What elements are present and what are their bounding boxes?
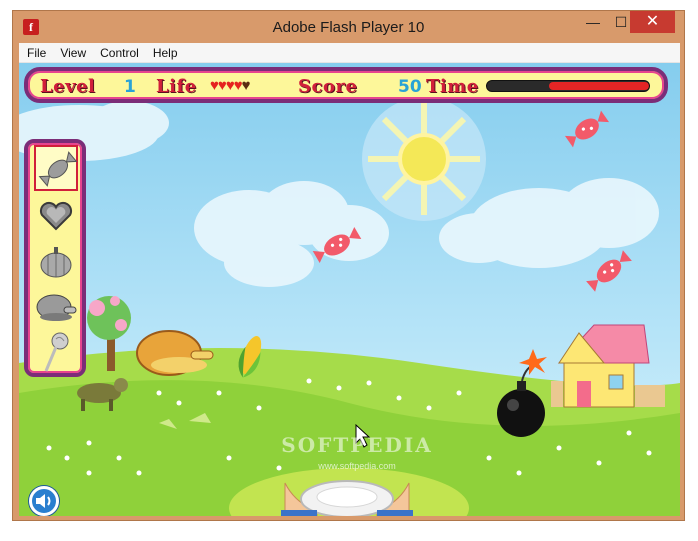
house-icon bbox=[551, 324, 665, 408]
item-slot-pumpkin[interactable] bbox=[34, 239, 78, 285]
lollipop-icon bbox=[44, 332, 69, 372]
speaker-icon bbox=[36, 494, 51, 508]
heart-icon: ♥ bbox=[210, 77, 219, 94]
close-button[interactable]: ✕ bbox=[630, 11, 675, 33]
game-hud: Level 1 Life ♥♥♥♥♥ Score 50 Time bbox=[24, 67, 668, 103]
item-slot-roast-chicken[interactable] bbox=[34, 285, 78, 331]
candy-icon bbox=[586, 250, 632, 292]
item-panel bbox=[24, 139, 86, 377]
sound-toggle-button[interactable] bbox=[29, 486, 59, 516]
watermark-logo: SOFTPEDIA bbox=[281, 433, 433, 457]
minimize-button[interactable]: — bbox=[579, 11, 607, 33]
pumpkin-icon bbox=[40, 247, 72, 278]
watermark-url: www.softpedia.com bbox=[318, 461, 396, 471]
candy-icon bbox=[38, 151, 78, 187]
menu-help[interactable]: Help bbox=[145, 43, 184, 60]
roast-chicken-icon bbox=[136, 330, 214, 376]
sun-icon bbox=[362, 97, 486, 221]
level-label: Level bbox=[40, 76, 96, 97]
heart-icon: ♥ bbox=[217, 77, 227, 94]
heart-icon: ♥ bbox=[225, 77, 235, 94]
roast-chicken-icon bbox=[36, 294, 77, 321]
time-label: Time bbox=[426, 76, 479, 97]
level-value: 1 bbox=[124, 77, 136, 97]
time-bar bbox=[486, 80, 650, 92]
item-slot-candy[interactable] bbox=[34, 145, 78, 191]
menu-view[interactable]: View bbox=[52, 43, 92, 60]
cloud-icon bbox=[194, 181, 389, 287]
life-hearts: ♥♥♥♥♥ bbox=[210, 77, 251, 94]
item-slot-lollipop[interactable] bbox=[34, 329, 78, 375]
score-label: Score bbox=[298, 76, 358, 97]
heart-icon: ♥ bbox=[241, 77, 251, 94]
life-label: Life bbox=[156, 76, 197, 97]
heart-cookie-icon bbox=[39, 201, 73, 231]
title-bar[interactable]: f Adobe Flash Player 10 — ☐ ✕ bbox=[13, 11, 684, 43]
heart-icon: ♥ bbox=[233, 77, 243, 94]
score-value: 50 bbox=[398, 77, 422, 97]
candy-icon bbox=[564, 110, 610, 148]
menu-bar: File View Control Help bbox=[19, 43, 680, 63]
game-stage[interactable]: Level 1 Life ♥♥♥♥♥ Score 50 Time SOFTPED… bbox=[19, 63, 680, 516]
menu-control[interactable]: Control bbox=[92, 43, 145, 60]
item-slot-heart-cookie[interactable] bbox=[34, 193, 78, 239]
app-window: f Adobe Flash Player 10 — ☐ ✕ File View Co… bbox=[12, 10, 685, 521]
time-bar-fill bbox=[548, 82, 649, 90]
menu-file[interactable]: File bbox=[19, 43, 52, 60]
